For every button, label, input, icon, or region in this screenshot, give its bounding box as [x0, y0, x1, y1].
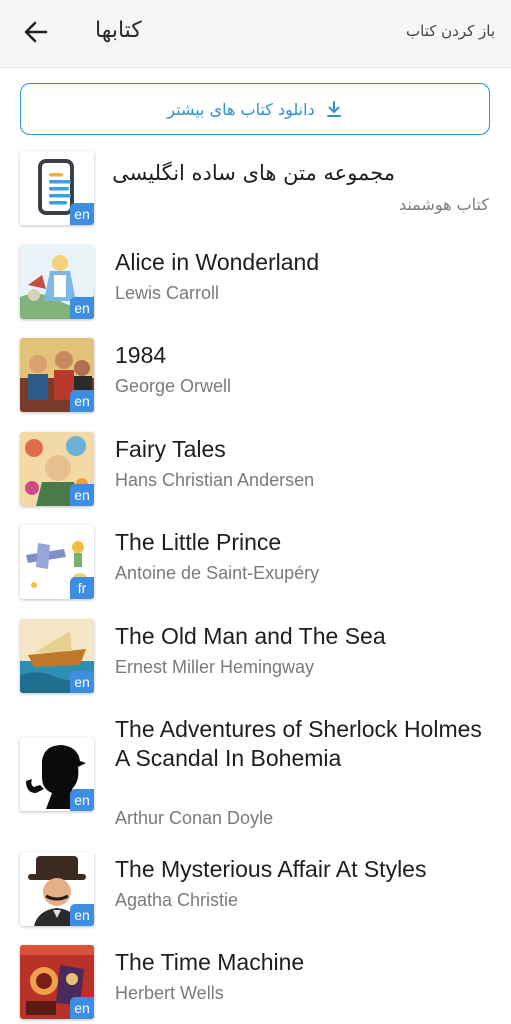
book-cover: en [20, 852, 94, 926]
book-author: Agatha Christie [115, 890, 239, 910]
book-author: Antoine de Saint-Exupéry [115, 563, 320, 583]
book-item-the-time-machine[interactable]: en The Time Machine Herbert Wells [0, 945, 511, 1024]
book-cover: en [20, 945, 94, 1019]
book-cover: en [20, 737, 94, 811]
book-cover: en [20, 338, 94, 412]
language-badge: en [70, 789, 94, 811]
book-author: کتاب هوشمند [398, 195, 489, 214]
book-cover: en [20, 619, 94, 693]
book-item-the-little-prince[interactable]: fr The Little Prince Antoine de Saint-Ex… [0, 525, 511, 605]
book-title: The Mysterious Affair At Styles [115, 856, 427, 882]
language-badge: en [70, 390, 94, 412]
book-item-1984[interactable]: en 1984 George Orwell [0, 338, 511, 418]
page-title: کتابها [95, 18, 142, 43]
back-arrow-icon[interactable] [20, 16, 52, 48]
book-title: مجموعه متن های ساده انگلیسی [112, 161, 395, 185]
book-item-alice-in-wonderland[interactable]: en Alice in Wonderland Lewis Carroll [0, 245, 511, 325]
book-item-sherlock-holmes[interactable]: en The Adventures of Sherlock Holmes A S… [0, 712, 511, 842]
language-badge: en [70, 297, 94, 319]
book-cover: fr [20, 525, 94, 599]
book-item-the-mysterious-affair-at-styles[interactable]: en The Mysterious Affair At Styles Agath… [0, 852, 511, 932]
book-item-fairy-tales[interactable]: en Fairy Tales Hans Christian Andersen [0, 432, 511, 512]
book-author: Lewis Carroll [115, 283, 220, 303]
book-title: Alice in Wonderland [115, 249, 320, 275]
book-author: George Orwell [115, 376, 232, 396]
language-badge: fr [70, 577, 94, 599]
book-cover: en [20, 432, 94, 506]
language-badge: en [70, 997, 94, 1019]
book-title: The Time Machine [115, 949, 305, 975]
download-more-books-button[interactable]: دانلود کتاب های بیشتر [20, 83, 490, 135]
language-badge: en [70, 671, 94, 693]
language-badge: en [70, 203, 94, 225]
language-badge: en [70, 484, 94, 506]
download-icon [326, 101, 341, 117]
book-item-english-texts[interactable]: en مجموعه متن های ساده انگلیسی کتاب هوشم… [0, 151, 511, 231]
book-author: Herbert Wells [115, 983, 224, 1003]
open-book-button[interactable]: باز کردن کتاب [406, 22, 495, 40]
book-title: 1984 [115, 342, 167, 368]
book-cover: en [20, 245, 94, 319]
book-title: The Little Prince [115, 529, 282, 555]
book-title: Fairy Tales [115, 436, 226, 462]
book-author: Arthur Conan Doyle [115, 808, 274, 828]
language-badge: en [70, 904, 94, 926]
book-title: The Old Man and The Sea [115, 623, 386, 649]
book-author: Hans Christian Andersen [115, 470, 315, 490]
book-author: Ernest Miller Hemingway [115, 657, 315, 677]
book-cover: en [20, 151, 94, 225]
book-item-the-old-man-and-the-sea[interactable]: en The Old Man and The Sea Ernest Miller… [0, 619, 511, 699]
download-more-books-label: دانلود کتاب های بیشتر [167, 99, 315, 119]
book-title: The Adventures of Sherlock Holmes A Scan… [115, 716, 482, 771]
app-bar: کتابها باز کردن کتاب [0, 0, 511, 68]
